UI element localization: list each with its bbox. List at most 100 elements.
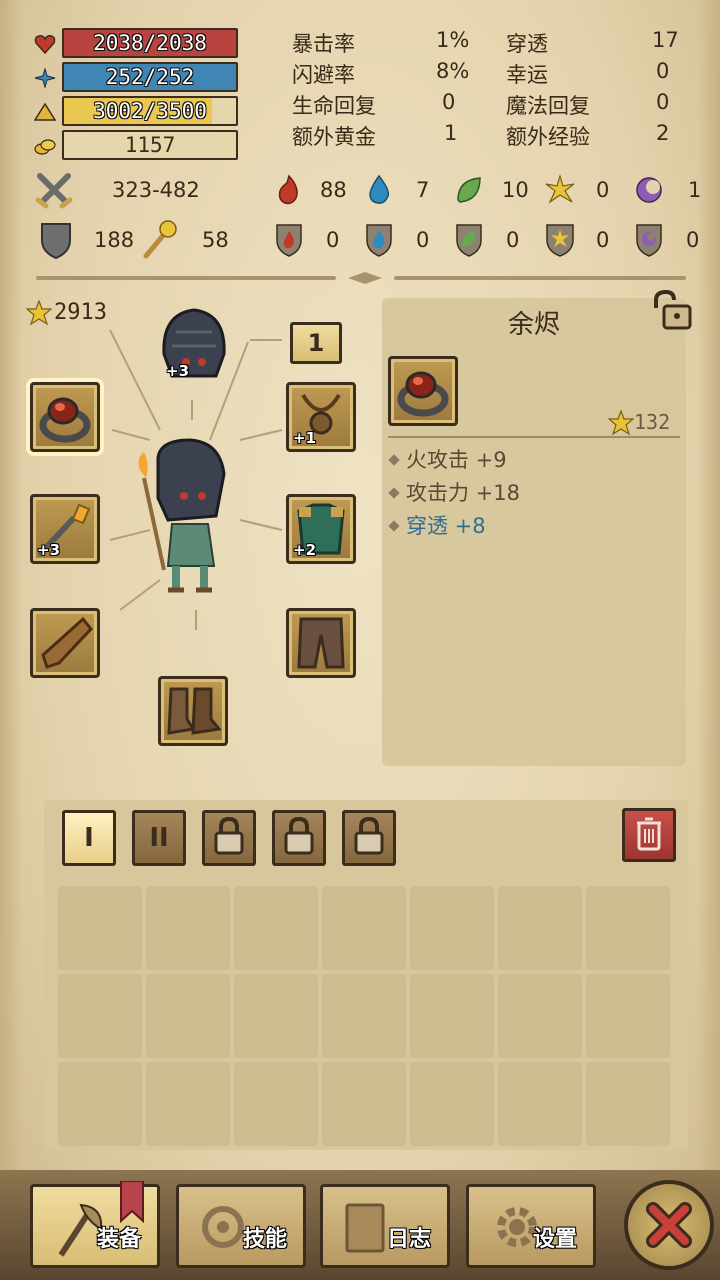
- stats-grid: 暴击率 1% 穿透 17 闪避率 8% 幸运 0 生命回复 0 魔法回复 0 额…: [292, 28, 692, 152]
- inventory-tab-locked-3[interactable]: [202, 810, 256, 866]
- inventory-cell[interactable]: [410, 1062, 494, 1146]
- nav-skills[interactable]: 技能: [176, 1184, 306, 1268]
- mp-row: 252/252: [34, 62, 240, 94]
- inventory-tab-locked-5[interactable]: [342, 810, 396, 866]
- inventory-cell[interactable]: [58, 886, 142, 970]
- inventory-cell[interactable]: [322, 974, 406, 1058]
- inventory-cell[interactable]: [410, 886, 494, 970]
- lock-icon: [354, 816, 384, 855]
- pants-slot[interactable]: [286, 608, 356, 678]
- inventory-tab-1[interactable]: I: [62, 810, 116, 866]
- inventory-cell[interactable]: [146, 886, 230, 970]
- water-attack-value: 7: [416, 178, 430, 202]
- fire-attack-value: 88: [320, 178, 347, 202]
- nav-settings[interactable]: 设置: [466, 1184, 596, 1268]
- inventory-cell[interactable]: [498, 886, 582, 970]
- inventory-cell[interactable]: [586, 886, 670, 970]
- bullet-diamond: [388, 520, 400, 532]
- dodge-value: 8%: [436, 59, 470, 83]
- light-attack-icon: [545, 174, 575, 204]
- close-button[interactable]: [624, 1180, 714, 1270]
- inventory-cell[interactable]: [58, 1062, 142, 1146]
- lock-icon: [214, 816, 244, 855]
- bookmark-ribbon-icon: [120, 1181, 144, 1223]
- inventory-cell[interactable]: [322, 1062, 406, 1146]
- inventory-cell[interactable]: [322, 886, 406, 970]
- hp-regen-value: 0: [442, 90, 456, 114]
- hp-regen-label: 生命回复: [292, 94, 376, 118]
- unlock-icon[interactable]: [646, 290, 692, 330]
- light-attack-value: 0: [596, 178, 610, 202]
- hero-figure: [138, 438, 226, 593]
- nav-log[interactable]: 日志: [320, 1184, 450, 1268]
- ember-ring-icon: [39, 397, 91, 443]
- extra-exp-label: 额外经验: [506, 125, 590, 149]
- extra-gold-label: 额外黄金: [292, 125, 376, 149]
- necklace-slot[interactable]: +1: [286, 382, 356, 452]
- detail-item-slot: [388, 356, 458, 426]
- armor-slot[interactable]: +2: [286, 494, 356, 564]
- mp-regen-value: 0: [656, 90, 670, 114]
- inventory-cell[interactable]: [498, 1062, 582, 1146]
- water-resist-icon: [366, 224, 392, 257]
- inventory-cell[interactable]: [586, 974, 670, 1058]
- stat-row-1: 暴击率 1% 穿透 17: [292, 28, 692, 59]
- hp-row: 2038/2038: [34, 28, 240, 60]
- helmet-slot[interactable]: +3: [152, 304, 236, 384]
- nav-equipment[interactable]: 装备: [30, 1181, 160, 1268]
- inventory-cell[interactable]: [234, 974, 318, 1058]
- inventory-cell[interactable]: [586, 1062, 670, 1146]
- attr-attack-power: 攻击力 +18: [388, 477, 520, 507]
- character-avatar: [124, 438, 238, 594]
- fire-resist-icon: [276, 224, 302, 257]
- inventory-cell[interactable]: [234, 886, 318, 970]
- ring-slot[interactable]: [30, 382, 100, 452]
- magic-res-value: 58: [202, 228, 229, 252]
- inventory-cell[interactable]: [146, 1062, 230, 1146]
- boots-slot[interactable]: [158, 676, 228, 746]
- discard-button[interactable]: [622, 808, 676, 862]
- item-score-star-icon: [608, 410, 634, 436]
- bullet-diamond: [388, 487, 400, 499]
- gauntlet-icon: [41, 616, 93, 669]
- water-attack-icon: [369, 174, 390, 204]
- nav-equipment-label: 装备: [96, 1227, 141, 1252]
- weapon-plus: +3: [37, 541, 61, 559]
- exp-row: 3002/3500: [34, 96, 240, 128]
- nature-resist-icon: [456, 224, 482, 257]
- inventory-tab-2[interactable]: II: [132, 810, 186, 866]
- dark-resist-icon: [636, 224, 662, 257]
- dodge-label: 闪避率: [292, 63, 355, 87]
- inventory-tab-locked-4[interactable]: [272, 810, 326, 866]
- necklace-plus: +1: [293, 429, 317, 447]
- nav-skills-label: 技能: [242, 1227, 287, 1252]
- attack-range: 323-482: [112, 178, 200, 202]
- dark-resist-value: 0: [686, 228, 700, 252]
- lock-icon: [284, 816, 314, 855]
- stat-row-3: 生命回复 0 魔法回复 0: [292, 90, 692, 121]
- experience-icon: [34, 102, 56, 121]
- mp-regen-label: 魔法回复: [506, 94, 590, 118]
- item-name: 余烬: [507, 310, 560, 340]
- divider-ornament: [348, 272, 382, 284]
- gloves-slot[interactable]: [30, 608, 100, 678]
- detail-divider: [388, 436, 680, 438]
- item-score: 132: [634, 410, 671, 434]
- nav-settings-label: 设置: [532, 1227, 577, 1252]
- light-resist-value: 0: [596, 228, 610, 252]
- inventory-cell[interactable]: [58, 974, 142, 1058]
- helmet-plus: +3: [166, 362, 190, 380]
- luck-value: 0: [656, 59, 670, 83]
- inventory-cell[interactable]: [498, 974, 582, 1058]
- gold-row: 1157: [34, 130, 240, 162]
- weapon-slot[interactable]: +3: [30, 494, 100, 564]
- attack-row: 323-482 88 7 10 0 1: [30, 168, 710, 214]
- inventory-cell[interactable]: [410, 974, 494, 1058]
- inventory-cell[interactable]: [234, 1062, 318, 1146]
- inventory-cell[interactable]: [146, 974, 230, 1058]
- gold-bar: 1157: [62, 130, 238, 160]
- boots-icon: [167, 687, 222, 735]
- equipment-page-indicator[interactable]: 1: [290, 322, 342, 364]
- stat-row-2: 闪避率 8% 幸运 0: [292, 59, 692, 90]
- gold-icon: [34, 139, 56, 155]
